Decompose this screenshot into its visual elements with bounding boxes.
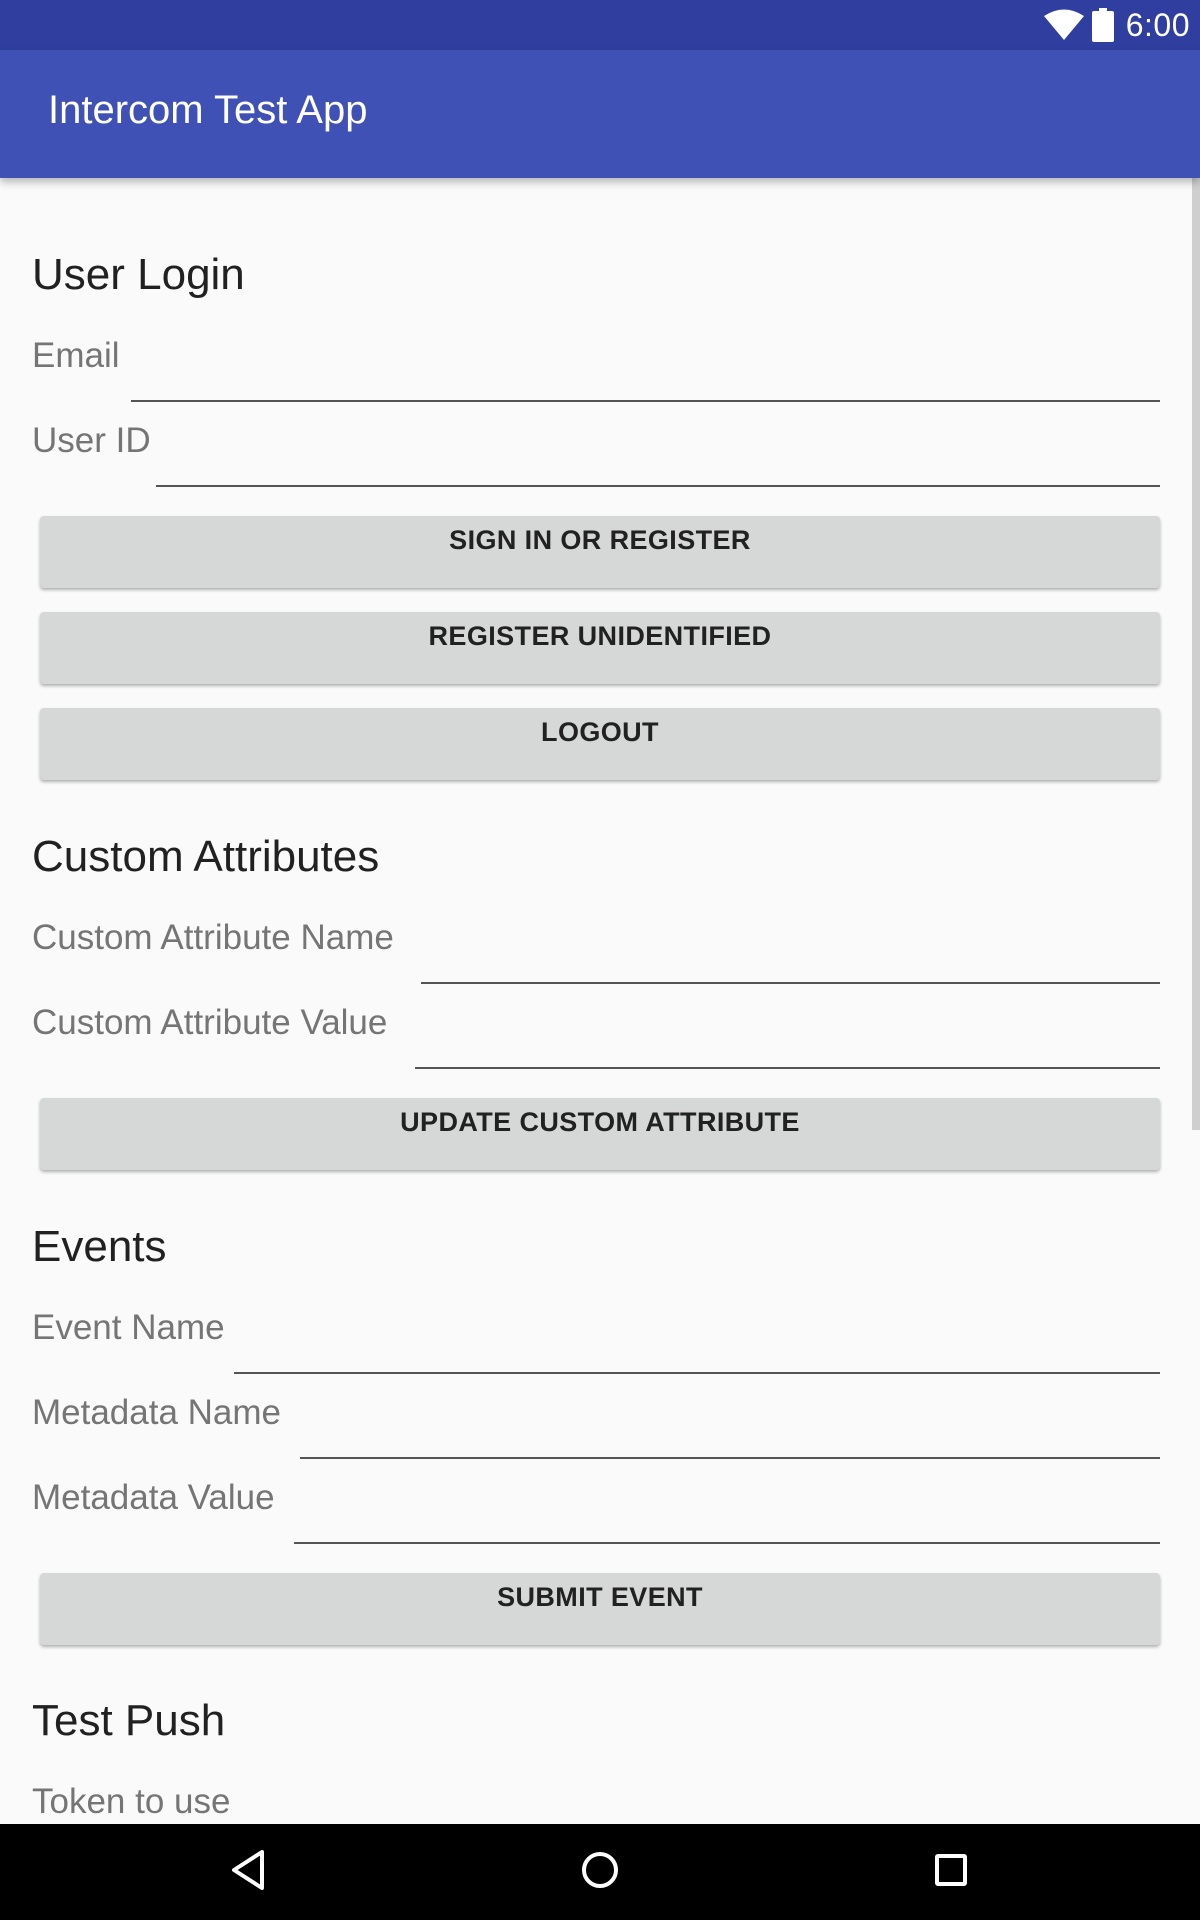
back-icon bbox=[228, 1848, 268, 1897]
battery-icon bbox=[1091, 8, 1114, 42]
back-button[interactable] bbox=[200, 1824, 296, 1920]
app-bar: Intercom Test App bbox=[0, 50, 1200, 178]
wifi-icon bbox=[1043, 9, 1084, 41]
main-content[interactable]: User Login Email User ID SIGN IN OR REGI… bbox=[0, 178, 1200, 1824]
update-custom-attribute-button[interactable]: UPDATE CUSTOM ATTRIBUTE bbox=[40, 1098, 1160, 1170]
metadata-value-field[interactable] bbox=[294, 1480, 1160, 1522]
test-push-title: Test Push bbox=[32, 1696, 226, 1745]
app-title: Intercom Test App bbox=[48, 88, 368, 132]
recents-button[interactable] bbox=[903, 1824, 999, 1920]
metadata-name-field[interactable] bbox=[300, 1395, 1160, 1437]
custom-attribute-name-field[interactable] bbox=[421, 920, 1160, 962]
scrollbar[interactable] bbox=[1192, 178, 1200, 1130]
metadata-name-label: Metadata Name bbox=[32, 1393, 282, 1432]
custom-attribute-value-underline bbox=[415, 1067, 1160, 1069]
status-icons: 6:00 bbox=[1043, 0, 1190, 50]
custom-attributes-title: Custom Attributes bbox=[32, 832, 380, 881]
user-id-label: User ID bbox=[32, 421, 151, 460]
sign-in-or-register-button[interactable]: SIGN IN OR REGISTER bbox=[40, 516, 1160, 588]
custom-attribute-name-label: Custom Attribute Name bbox=[32, 918, 394, 957]
metadata-name-underline bbox=[300, 1457, 1160, 1459]
status-bar: 6:00 bbox=[0, 0, 1200, 50]
event-name-field[interactable] bbox=[234, 1310, 1160, 1352]
submit-event-button[interactable]: SUBMIT EVENT bbox=[40, 1573, 1160, 1645]
navigation-bar bbox=[0, 1824, 1200, 1920]
register-unidentified-button[interactable]: REGISTER UNIDENTIFIED bbox=[40, 612, 1160, 684]
event-name-underline bbox=[234, 1372, 1160, 1374]
events-title: Events bbox=[32, 1222, 167, 1271]
metadata-value-underline bbox=[294, 1542, 1160, 1544]
user-id-field[interactable] bbox=[156, 423, 1160, 465]
user-id-underline bbox=[156, 485, 1160, 487]
metadata-value-label: Metadata Value bbox=[32, 1478, 275, 1517]
status-time: 6:00 bbox=[1125, 6, 1190, 43]
token-label: Token to use bbox=[32, 1782, 231, 1821]
custom-attribute-value-label: Custom Attribute Value bbox=[32, 1003, 388, 1042]
email-field[interactable] bbox=[131, 338, 1160, 380]
custom-attribute-name-underline bbox=[421, 982, 1160, 984]
home-button[interactable] bbox=[552, 1824, 648, 1920]
user-login-title: User Login bbox=[32, 250, 245, 299]
custom-attribute-value-field[interactable] bbox=[415, 1005, 1160, 1047]
recents-icon bbox=[933, 1852, 969, 1893]
email-underline bbox=[131, 400, 1160, 402]
email-label: Email bbox=[32, 336, 120, 375]
event-name-label: Event Name bbox=[32, 1308, 225, 1347]
home-icon bbox=[580, 1850, 620, 1895]
logout-button[interactable]: LOGOUT bbox=[40, 708, 1160, 780]
